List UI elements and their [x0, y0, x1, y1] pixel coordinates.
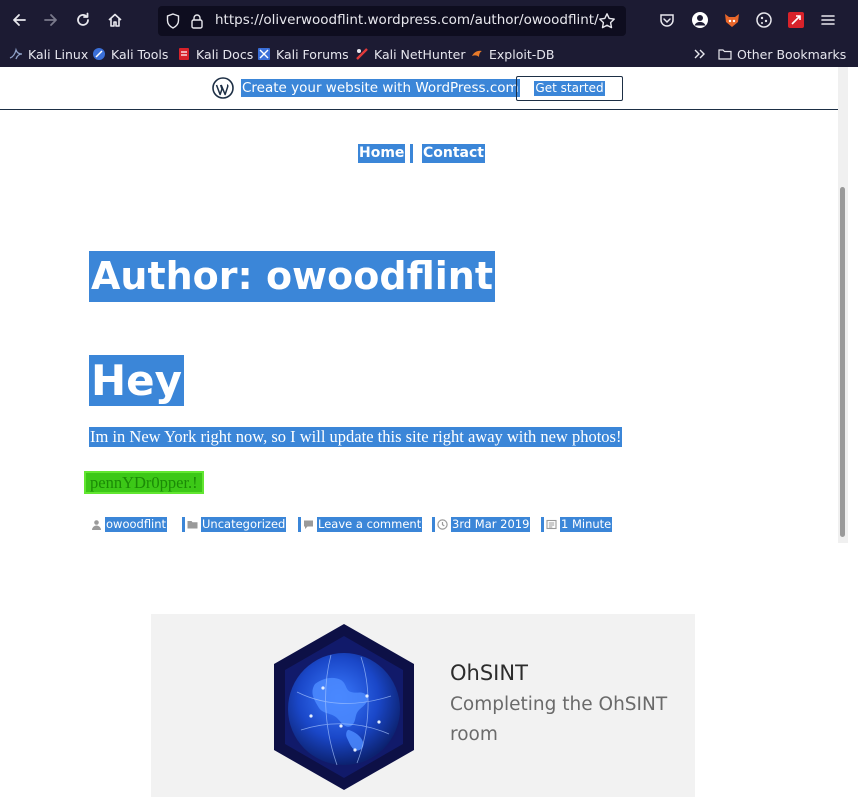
bookmark-exploit-db[interactable]: Exploit-DB: [470, 44, 554, 64]
meta-category-link[interactable]: Uncategorized: [201, 517, 287, 532]
page-viewport: Create your website with WordPress.com G…: [0, 67, 858, 797]
extension-red-icon[interactable]: [784, 8, 808, 32]
kali-dragon-icon: [9, 47, 23, 60]
meta-category[interactable]: Uncategorized: [182, 516, 287, 533]
bookmark-kali-linux[interactable]: Kali Linux: [9, 44, 88, 64]
meta-read-time: 1 Minute: [541, 516, 613, 533]
document-lines-icon: [546, 519, 557, 530]
get-started-button[interactable]: Get started: [516, 76, 623, 101]
bookmark-other-bookmarks[interactable]: Other Bookmarks: [718, 44, 846, 64]
cookie-extension-icon[interactable]: [752, 8, 776, 32]
meta-author-link[interactable]: owoodflint: [105, 517, 168, 532]
home-button[interactable]: [103, 8, 127, 32]
browser-chrome: https://oliverwoodflint.wordpress.com/au…: [0, 0, 858, 67]
forward-button[interactable]: [39, 8, 63, 32]
bookmark-kali-nethunter[interactable]: Kali NetHunter: [355, 44, 465, 64]
ohsint-globe-logo-icon: [274, 624, 414, 790]
kali-tools-icon: [93, 48, 105, 60]
person-icon: [92, 520, 101, 530]
url-text[interactable]: https://oliverwoodflint.wordpress.com/au…: [215, 12, 599, 28]
meta-date-link[interactable]: 3rd Mar 2019: [451, 517, 531, 532]
account-icon[interactable]: [688, 8, 712, 32]
page-scrollbar[interactable]: [838, 67, 848, 543]
bookmark-label: Kali Forums: [276, 46, 349, 62]
hidden-green-text: pennYDr0pper.!: [84, 471, 204, 494]
bookmark-label: Kali Tools: [111, 46, 169, 62]
nav-separator: [410, 144, 413, 163]
wordpress-promo-banner: Create your website with WordPress.com G…: [0, 67, 838, 110]
bookmark-kali-tools[interactable]: Kali Tools: [92, 44, 168, 64]
navigation-toolbar: https://oliverwoodflint.wordpress.com/au…: [0, 0, 858, 41]
tracking-shield-icon[interactable]: [166, 13, 180, 29]
foxyproxy-extension-icon[interactable]: [720, 8, 744, 32]
meta-date[interactable]: 3rd Mar 2019: [432, 516, 531, 533]
clock-icon: [437, 519, 448, 530]
meta-read-time-text: 1 Minute: [560, 517, 613, 532]
wordpress-promo-link[interactable]: Create your website with WordPress.com: [241, 79, 520, 97]
bookmark-label: Kali Linux: [28, 46, 89, 62]
post-body-text: Im in New York right now, so I will upda…: [89, 427, 623, 447]
bookmarks-toolbar: Kali Linux Kali Tools Kali Docs Kali For…: [0, 41, 858, 67]
archive-title: Author: owoodflint: [89, 251, 495, 302]
menu-hamburger-icon[interactable]: [816, 8, 840, 32]
kali-docs-icon: [179, 48, 189, 60]
bookmark-kali-docs[interactable]: Kali Docs: [177, 44, 253, 64]
bookmarks-overflow-chevron-icon[interactable]: [693, 44, 707, 64]
lock-icon[interactable]: [190, 13, 204, 29]
meta-comments[interactable]: Leave a comment: [298, 516, 423, 533]
nethunter-icon: [356, 48, 368, 60]
bookmark-label: Exploit-DB: [489, 46, 555, 62]
post-meta: owoodflint Uncategorized Leave a comment…: [0, 516, 838, 536]
get-started-label: Get started: [534, 81, 605, 96]
ohsint-room-card[interactable]: OhSINT Completing the OhSINT room: [151, 614, 695, 797]
nav-home-link[interactable]: Home: [358, 144, 406, 163]
post-title[interactable]: Hey: [89, 355, 185, 406]
wordpress-logo-icon[interactable]: [212, 77, 234, 99]
nav-contact-link[interactable]: Contact: [422, 144, 485, 163]
bookmark-label: Kali Docs: [196, 46, 254, 62]
comment-bubble-icon: [304, 520, 313, 529]
card-description: Completing the OhSINT room: [450, 694, 668, 745]
pocket-icon[interactable]: [655, 8, 679, 32]
address-bar[interactable]: https://oliverwoodflint.wordpress.com/au…: [158, 6, 626, 36]
back-button[interactable]: [7, 8, 31, 32]
scrollbar-thumb[interactable]: [840, 187, 845, 537]
exploit-db-icon: [472, 50, 482, 57]
bookmark-label: Kali NetHunter: [374, 46, 466, 62]
card-title[interactable]: OhSINT: [450, 661, 528, 685]
bookmark-star-icon[interactable]: [598, 12, 616, 30]
kali-forums-icon: [258, 48, 270, 60]
bookmark-label: Other Bookmarks: [737, 46, 847, 62]
folder-icon: [718, 49, 732, 60]
bookmark-kali-forums[interactable]: Kali Forums: [257, 44, 349, 64]
meta-author[interactable]: owoodflint: [91, 516, 168, 533]
reload-button[interactable]: [71, 8, 95, 32]
folder-icon: [187, 521, 198, 529]
meta-comment-link[interactable]: Leave a comment: [317, 517, 423, 532]
